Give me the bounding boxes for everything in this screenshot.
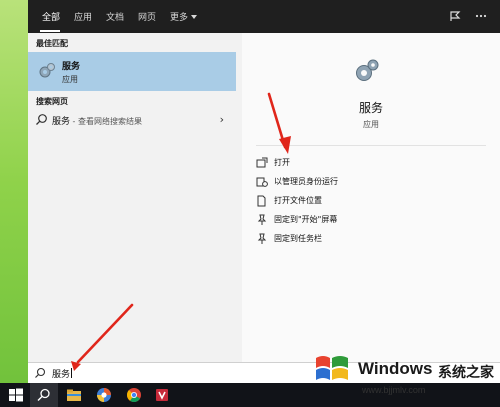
action-run-as-admin[interactable]: 以管理员身份运行 [256, 174, 486, 190]
browser-icon[interactable] [96, 387, 112, 403]
action-open-label: 打开 [274, 158, 290, 167]
tab-all[interactable]: 全部 [42, 10, 60, 23]
details-pane: 服务 应用 打开 以管理员身份运行 打开文件位置 固定到"开始"屏幕 固定到任务… [242, 33, 500, 362]
tab-web[interactable]: 网页 [138, 10, 156, 23]
best-match-result[interactable]: 服务 应用 [28, 52, 236, 91]
action-open[interactable]: 打开 [256, 155, 486, 171]
action-run-as-admin-label: 以管理员身份运行 [274, 177, 338, 186]
pin-icon [257, 233, 267, 244]
action-open-file-location[interactable]: 打开文件位置 [256, 193, 486, 209]
web-search-hint: - 查看网络搜索结果 [70, 117, 142, 126]
search-input-value: 服务 [52, 370, 71, 380]
action-pin-to-start[interactable]: 固定到"开始"屏幕 [256, 212, 486, 228]
watermark-url: www.bjjmlv.com [362, 385, 426, 395]
web-search-result[interactable]: 服务 - 查看网络搜索结果 › [28, 110, 236, 130]
gear-icon [356, 59, 379, 81]
screen: { "tabs": [ {"label": "全部", "active": tr… [0, 0, 500, 407]
windows-start-icon[interactable] [8, 387, 24, 403]
watermark-brand-cn: 系统之家 [438, 365, 494, 381]
best-match-type: 应用 [62, 75, 78, 84]
tab-more-label: 更多 [170, 13, 189, 23]
action-pin-to-start-label: 固定到"开始"屏幕 [274, 215, 338, 224]
search-icon [36, 114, 47, 125]
action-open-file-location-label: 打开文件位置 [274, 196, 322, 205]
tab-documents[interactable]: 文档 [106, 10, 124, 23]
file-explorer-icon[interactable] [66, 387, 82, 403]
chevron-right-icon[interactable]: › [220, 113, 224, 126]
active-tab-indicator [40, 30, 60, 32]
open-icon [256, 157, 268, 168]
pin-icon [257, 214, 267, 225]
windows-logo-icon [316, 356, 348, 380]
results-pane: 最佳匹配 服务 应用 搜索网页 服务 - 查看网络搜索结果 › [28, 33, 236, 362]
file-location-icon [257, 195, 266, 207]
divider [256, 145, 486, 146]
action-pin-to-taskbar[interactable]: 固定到任务栏 [256, 231, 486, 247]
tab-apps[interactable]: 应用 [74, 10, 92, 23]
app-type: 应用 [363, 120, 379, 129]
web-search-header: 搜索网页 [36, 97, 68, 106]
watermark-brand: Windows [358, 359, 433, 378]
text-cursor [71, 368, 73, 378]
web-search-query: 服务 [52, 117, 71, 127]
chrome-icon[interactable] [126, 387, 142, 403]
search-flyout: 全部 应用 文档 网页 更多 最佳匹配 服务 应用 搜索网页 服务 - 查看网络… [28, 0, 500, 383]
shield-icon [256, 177, 268, 187]
search-topbar: 全部 应用 文档 网页 更多 [28, 0, 500, 33]
more-options-icon[interactable] [474, 9, 488, 23]
feedback-icon[interactable] [448, 9, 462, 23]
gear-icon [39, 63, 55, 78]
search-icon [35, 367, 46, 378]
watermark: Windows 系统之家 www.bjjmlv.com [296, 345, 500, 407]
app-icon[interactable] [154, 387, 170, 403]
best-match-header: 最佳匹配 [36, 39, 68, 48]
tab-more[interactable]: 更多 [170, 10, 198, 23]
search-icon[interactable] [36, 387, 52, 403]
best-match-name: 服务 [62, 62, 81, 72]
chevron-down-icon [191, 15, 198, 19]
app-title: 服务 [358, 101, 383, 115]
action-pin-to-taskbar-label: 固定到任务栏 [274, 234, 322, 243]
